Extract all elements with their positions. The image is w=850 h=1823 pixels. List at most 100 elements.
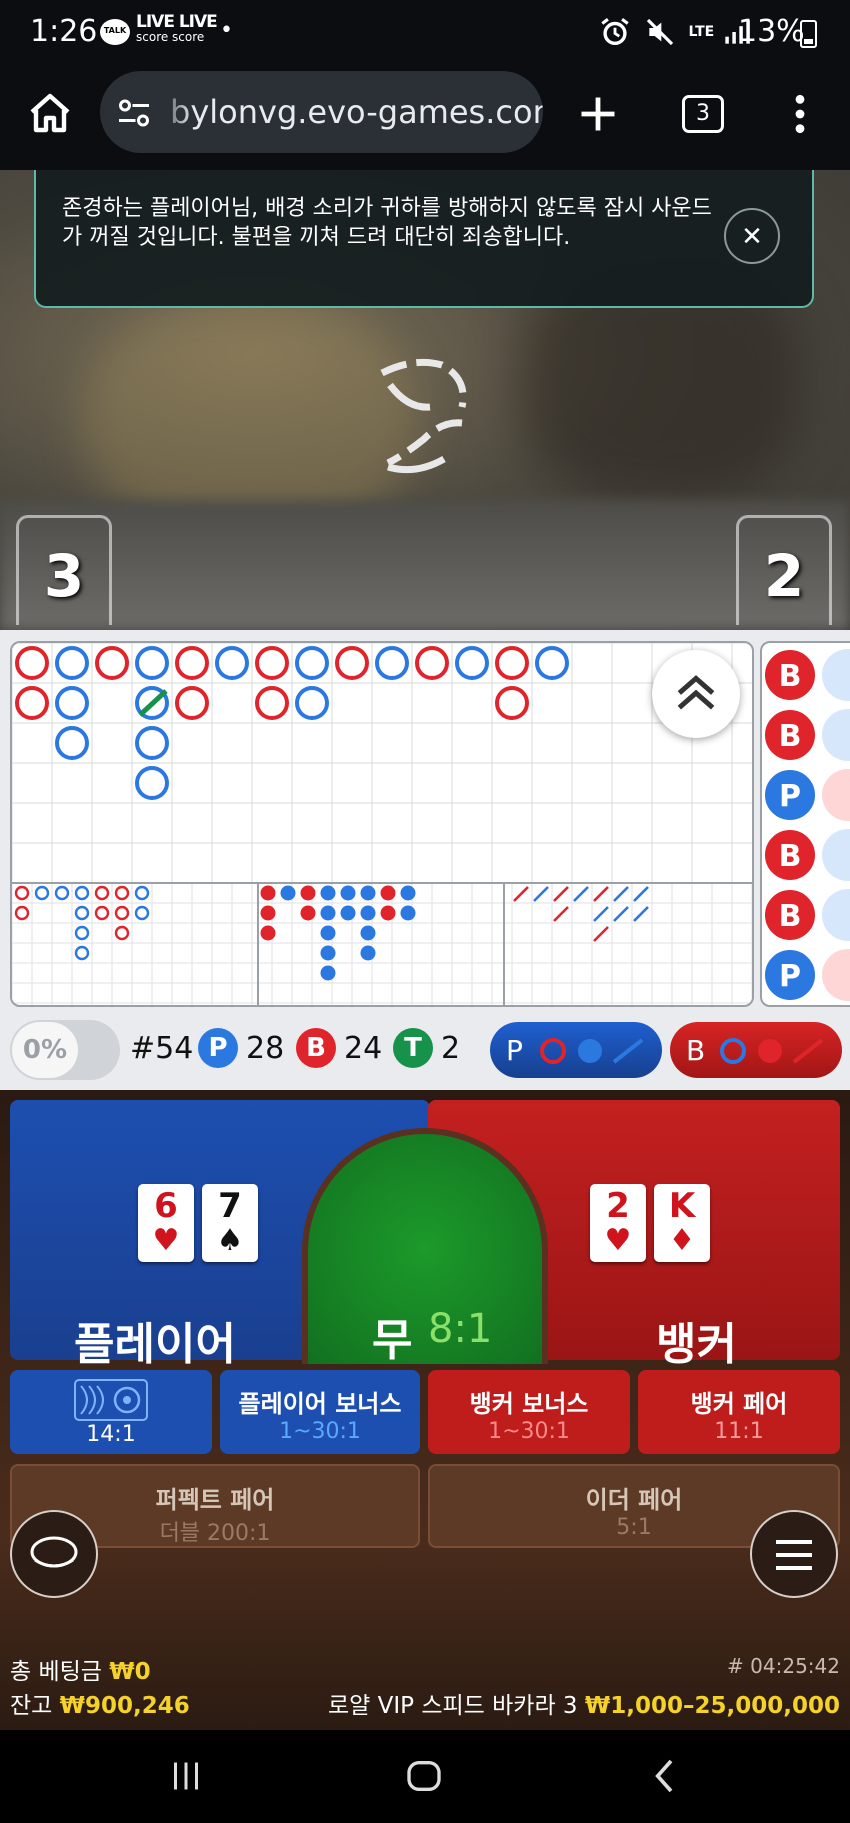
table-info: 로얄 VIP 스피드 바카라 3 ₩1,000–25,000,000 [328, 1693, 840, 1719]
chevron-up-icon [677, 675, 715, 710]
small-road-mark [380, 885, 396, 901]
big-road-mark [295, 686, 329, 720]
big-eye-road-mark [54, 885, 70, 901]
player-score: 3 [16, 515, 112, 625]
big-road-mark [15, 686, 49, 720]
home-icon[interactable] [26, 90, 74, 138]
expand-roadmap-button[interactable] [652, 650, 740, 738]
small-road-mark [360, 905, 376, 921]
big-eye-road-mark [114, 905, 130, 921]
small-road-mark [360, 945, 376, 961]
big-eye-road-mark [74, 905, 90, 921]
big-road-mark [455, 646, 489, 680]
player-card-2: 7 ♠ [202, 1184, 258, 1262]
cockroach-road-mark [593, 886, 609, 902]
big-eye-road-mark [94, 885, 110, 901]
tie-bet-spot[interactable]: 무 8:1 [302, 1128, 548, 1366]
bead-road-mark: P [763, 768, 850, 822]
banker-prediction-button[interactable]: B [670, 1022, 842, 1078]
dragon-bonus-bet[interactable]: 14:1 [10, 1370, 212, 1454]
livescore-icon: LIVE LIVE score score [136, 12, 218, 44]
main-menu-button[interactable] [750, 1510, 838, 1598]
cockroach-road-mark [513, 886, 529, 902]
close-notice-button[interactable]: ✕ [724, 208, 780, 264]
big-road-mark [175, 646, 209, 680]
prediction-markers-icon [540, 1038, 644, 1064]
tab-switcher-button[interactable]: 3 [682, 95, 724, 133]
small-road-mark [340, 905, 356, 921]
big-eye-road-mark [134, 885, 150, 901]
home-nav-icon[interactable] [404, 1756, 444, 1796]
new-tab-icon[interactable] [576, 92, 620, 136]
svg-text:P: P [779, 959, 801, 994]
cockroach-road-mark [593, 906, 609, 922]
mute-icon [647, 18, 674, 46]
small-road-mark [380, 905, 396, 921]
big-eye-road-mark [74, 945, 90, 961]
banker-card-2: K ♦ [654, 1184, 710, 1262]
chat-icon [30, 1536, 78, 1568]
banker-card-1: 2 ♥ [590, 1184, 646, 1262]
player-badge: P [198, 1028, 238, 1068]
live-video-stream: 존경하는 플레이어님, 배경 소리가 귀하를 방해하지 않도록 잠시 사운드가 … [0, 170, 850, 630]
sound-notice-text: 존경하는 플레이어님, 배경 소리가 귀하를 방해하지 않도록 잠시 사운드가 … [62, 196, 712, 250]
big-eye-road-mark [114, 925, 130, 941]
small-road-mark [360, 885, 376, 901]
bonus-card-icon [74, 1379, 148, 1421]
round-count: #54 [130, 1031, 194, 1066]
banker-bonus-bet[interactable]: 뱅커 보너스 1~30:1 [428, 1370, 630, 1454]
tie-badge: T [393, 1028, 433, 1068]
banker-wins: 24 [344, 1031, 383, 1066]
betting-table: 6 ♥ 7 ♠ 플레이어 2 ♥ K ♦ 뱅커 무 8:1 14:1 플레이어 보너스 … [0, 1090, 850, 1730]
big-eye-road-mark [94, 905, 110, 921]
big-road-mark [495, 686, 529, 720]
bead-road-panel[interactable]: BBPBBP [760, 641, 850, 1007]
small-road-mark [320, 925, 336, 941]
big-road-mark [135, 766, 169, 800]
big-road-mark [175, 686, 209, 720]
tie-label: 무 [372, 1315, 413, 1366]
big-eye-road-mark [34, 885, 50, 901]
lte-icon: LTE [688, 24, 715, 40]
cockroach-road-mark [633, 886, 649, 902]
small-road-mark [260, 885, 276, 901]
percent-toggle[interactable]: 0% [10, 1020, 120, 1080]
big-road-mark [55, 686, 89, 720]
sound-notice-banner: 존경하는 플레이어님, 배경 소리가 귀하를 방해하지 않도록 잠시 사운드가 … [34, 170, 814, 308]
small-road-mark [260, 925, 276, 941]
back-icon[interactable] [646, 1756, 686, 1796]
roadmap-panel[interactable] [10, 641, 754, 1007]
bead-road-mark: B [763, 828, 850, 882]
small-road-mark [340, 885, 356, 901]
player-label: 플레이어 [74, 1319, 236, 1370]
ties: 2 [441, 1031, 461, 1066]
more-notifications-dot: • [220, 18, 233, 43]
hamburger-menu-icon [776, 1540, 812, 1570]
menu-kebab-icon[interactable] [778, 90, 822, 138]
banker-score: 2 [736, 515, 832, 625]
big-eye-road-mark [14, 885, 30, 901]
svg-text:B: B [779, 899, 802, 934]
small-road-mark [260, 905, 276, 921]
player-bonus-bet[interactable]: 플레이어 보너스 1~30:1 [220, 1370, 420, 1454]
big-eye-road-mark [134, 905, 150, 921]
big-road-mark [335, 646, 369, 680]
big-road-mark [135, 646, 169, 680]
kakaotalk-icon: TALK [100, 19, 130, 45]
svg-text:B: B [779, 659, 802, 694]
system-navigation-bar [0, 1730, 850, 1823]
small-road-mark [320, 945, 336, 961]
small-road-mark [320, 965, 336, 981]
cockroach-road-mark [533, 886, 549, 902]
banker-pair-bet[interactable]: 뱅커 페어 11:1 [638, 1370, 840, 1454]
recent-apps-icon[interactable] [168, 1758, 204, 1794]
small-road-mark [300, 905, 316, 921]
player-prediction-button[interactable]: P [490, 1022, 662, 1078]
chat-button[interactable] [10, 1510, 98, 1598]
battery-percent: 13% [738, 14, 805, 49]
site-settings-icon[interactable] [116, 95, 152, 131]
small-road-mark [400, 905, 416, 921]
address-bar[interactable]: bylonvg.evo-games.com [100, 71, 543, 153]
bead-road-mark: P [763, 948, 850, 1002]
big-eye-road-mark [114, 885, 130, 901]
